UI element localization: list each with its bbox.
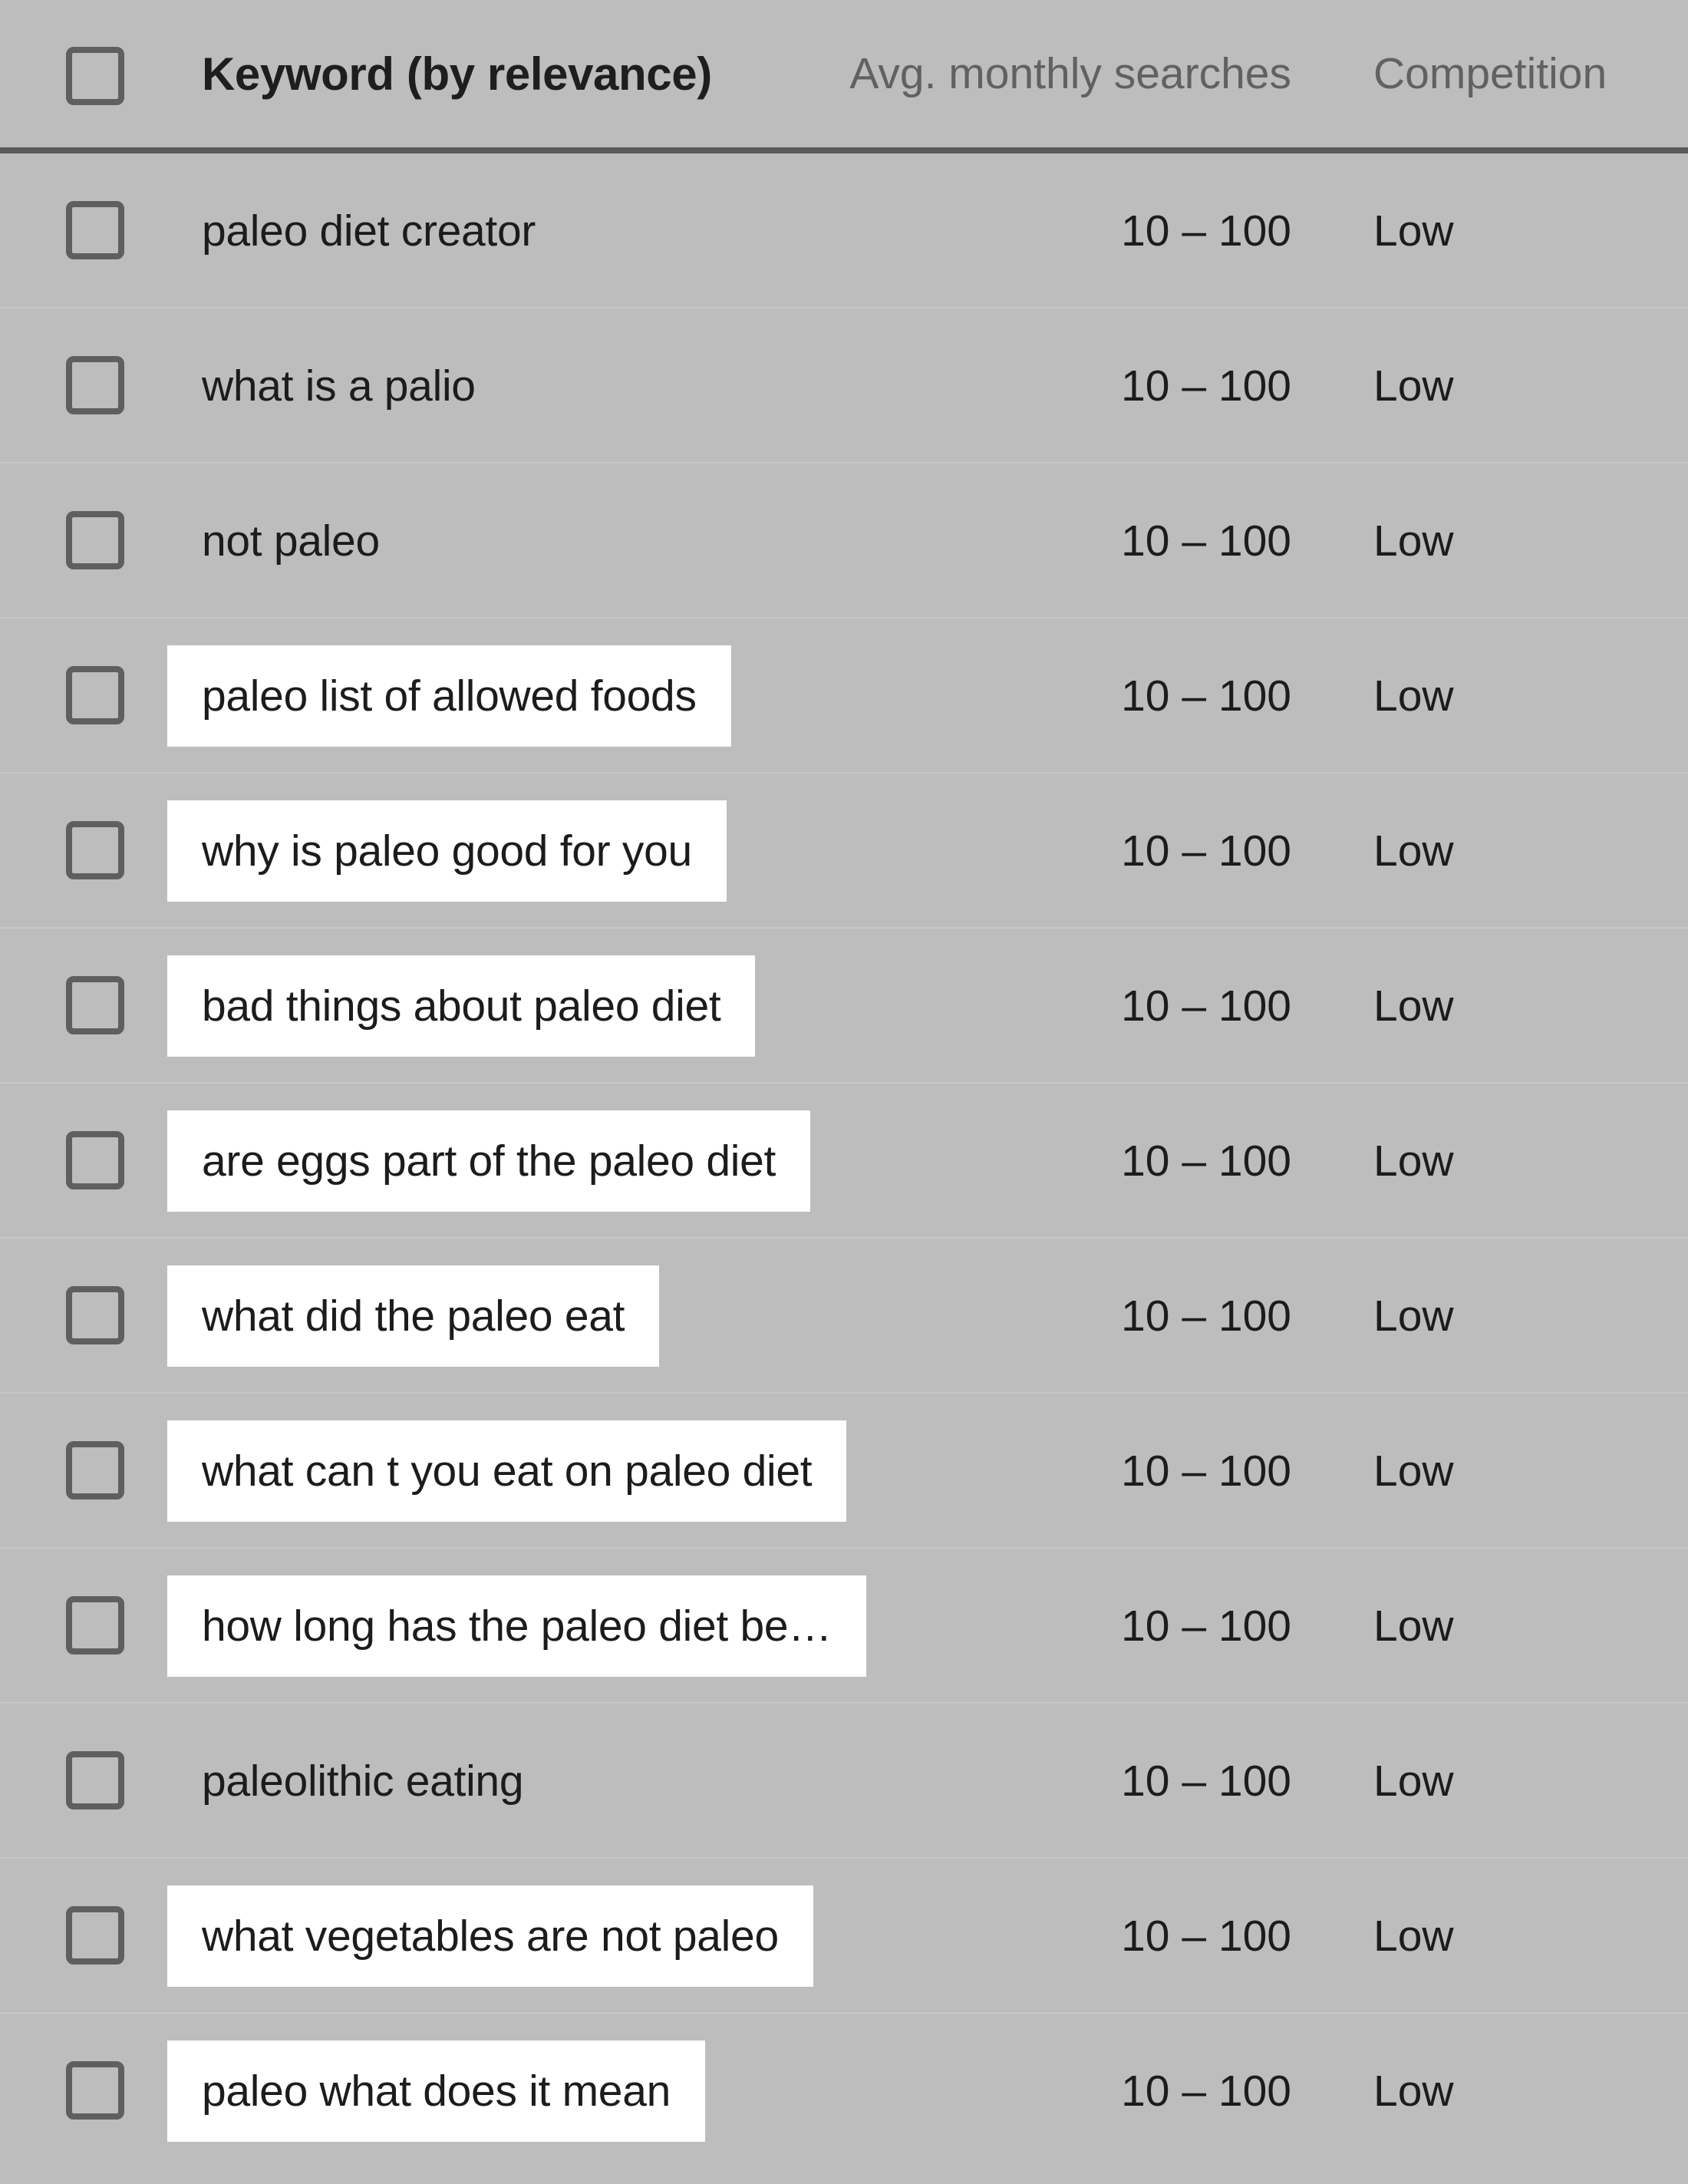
keyword-text: what is a palio — [202, 361, 476, 411]
table-header-row: Keyword (by relevance) Avg. monthly sear… — [0, 0, 1688, 153]
column-header-competition[interactable]: Competition — [1373, 0, 1607, 147]
table-row[interactable]: paleo what does it mean 10 – 100 Low — [0, 2014, 1688, 2169]
keyword-text-highlighted: what can t you eat on paleo diet — [167, 1420, 847, 1522]
keyword-text-highlighted: paleo what does it mean — [167, 2040, 705, 2142]
column-header-keyword[interactable]: Keyword (by relevance) — [202, 0, 712, 147]
row-select-checkbox[interactable] — [66, 201, 124, 259]
keyword-planner-table: Keyword (by relevance) Avg. monthly sear… — [0, 0, 1688, 2184]
keyword-text: paleo diet creator — [202, 206, 536, 256]
competition-cell: Low — [1373, 1292, 1454, 1341]
keyword-cell[interactable]: paleolithic eating — [167, 1704, 558, 1859]
avg-monthly-searches-cell: 10 – 100 — [1121, 671, 1291, 721]
table-row[interactable]: what is a palio 10 – 100 Low — [0, 308, 1688, 464]
checkbox-icon — [66, 666, 124, 724]
row-select-checkbox[interactable] — [66, 356, 124, 414]
row-select-checkbox[interactable] — [66, 1131, 124, 1189]
competition-cell: Low — [1373, 826, 1454, 876]
checkbox-icon — [66, 1131, 124, 1189]
select-all-checkbox[interactable] — [66, 47, 124, 105]
competition-cell: Low — [1373, 1757, 1454, 1806]
checkbox-icon — [66, 1751, 124, 1810]
checkbox-icon — [66, 47, 124, 105]
competition-cell: Low — [1373, 981, 1454, 1031]
row-select-checkbox[interactable] — [66, 1441, 124, 1499]
competition-cell: Low — [1373, 1447, 1454, 1496]
keyword-cell[interactable]: paleo list of allowed foods — [167, 619, 731, 774]
table-row[interactable]: bad things about paleo diet 10 – 100 Low — [0, 929, 1688, 1084]
checkbox-icon — [66, 1906, 124, 1965]
competition-cell: Low — [1373, 516, 1454, 566]
competition-cell: Low — [1373, 361, 1454, 411]
avg-monthly-searches-cell: 10 – 100 — [1121, 361, 1291, 411]
table-row[interactable]: what vegetables are not paleo 10 – 100 Low — [0, 1859, 1688, 2014]
row-select-checkbox[interactable] — [66, 1286, 124, 1344]
row-select-checkbox[interactable] — [66, 666, 124, 724]
competition-cell: Low — [1373, 1602, 1454, 1651]
keyword-text-highlighted: are eggs part of the paleo diet — [167, 1110, 811, 1212]
checkbox-icon — [66, 1286, 124, 1344]
table-row[interactable]: not paleo 10 – 100 Low — [0, 464, 1688, 619]
avg-monthly-searches-cell: 10 – 100 — [1121, 2067, 1291, 2116]
table-row[interactable]: paleolithic eating 10 – 100 Low — [0, 1704, 1688, 1859]
table-row[interactable]: paleo diet creator 10 – 100 Low — [0, 153, 1688, 308]
table-row[interactable]: why is paleo good for you 10 – 100 Low — [0, 774, 1688, 929]
keyword-cell[interactable]: how long has the paleo diet be… — [167, 1549, 866, 1704]
checkbox-icon — [66, 356, 124, 414]
avg-monthly-searches-cell: 10 – 100 — [1121, 206, 1291, 256]
avg-monthly-searches-cell: 10 – 100 — [1121, 1447, 1291, 1496]
keyword-text: not paleo — [202, 516, 380, 566]
table-row[interactable]: are eggs part of the paleo diet 10 – 100 L… — [0, 1084, 1688, 1239]
table-row[interactable]: how long has the paleo diet be… 10 – 100 L… — [0, 1549, 1688, 1704]
keyword-cell[interactable]: why is paleo good for you — [167, 774, 727, 929]
keyword-cell[interactable]: what vegetables are not paleo — [167, 1859, 813, 2014]
keyword-text-highlighted: what vegetables are not paleo — [167, 1885, 813, 1987]
keyword-cell[interactable]: what can t you eat on paleo diet — [167, 1394, 847, 1549]
keyword-cell[interactable]: bad things about paleo diet — [167, 929, 756, 1084]
competition-cell: Low — [1373, 1137, 1454, 1186]
avg-monthly-searches-cell: 10 – 100 — [1121, 1292, 1291, 1341]
keyword-cell[interactable]: what is a palio — [167, 308, 510, 464]
checkbox-icon — [66, 511, 124, 569]
table-row[interactable]: what did the paleo eat 10 – 100 Low — [0, 1239, 1688, 1394]
competition-cell: Low — [1373, 671, 1454, 721]
avg-monthly-searches-cell: 10 – 100 — [1121, 1137, 1291, 1186]
competition-cell: Low — [1373, 206, 1454, 256]
keyword-text: paleolithic eating — [202, 1756, 524, 1806]
avg-monthly-searches-cell: 10 – 100 — [1121, 981, 1291, 1031]
table-body: paleo diet creator 10 – 100 Low what is a p… — [0, 153, 1688, 2169]
keyword-cell[interactable]: paleo diet creator — [167, 153, 570, 308]
row-select-checkbox[interactable] — [66, 2061, 124, 2120]
row-select-checkbox[interactable] — [66, 511, 124, 569]
table-row[interactable]: paleo list of allowed foods 10 – 100 Low — [0, 619, 1688, 774]
table-row[interactable]: what can t you eat on paleo diet 10 – 100… — [0, 1394, 1688, 1549]
keyword-cell[interactable]: are eggs part of the paleo diet — [167, 1084, 811, 1239]
checkbox-icon — [66, 201, 124, 259]
row-select-checkbox[interactable] — [66, 1906, 124, 1965]
checkbox-icon — [66, 821, 124, 879]
keyword-cell[interactable]: not paleo — [167, 464, 414, 619]
avg-monthly-searches-cell: 10 – 100 — [1121, 826, 1291, 876]
competition-cell: Low — [1373, 2067, 1454, 2116]
keyword-text-highlighted: bad things about paleo diet — [167, 955, 756, 1057]
column-header-avg-monthly-searches[interactable]: Avg. monthly searches — [849, 0, 1291, 147]
keyword-cell[interactable]: what did the paleo eat — [167, 1239, 660, 1394]
row-select-checkbox[interactable] — [66, 1751, 124, 1810]
row-select-checkbox[interactable] — [66, 976, 124, 1034]
keyword-text-highlighted: why is paleo good for you — [167, 800, 727, 902]
keyword-text-highlighted: how long has the paleo diet be… — [167, 1575, 866, 1677]
avg-monthly-searches-cell: 10 – 100 — [1121, 1602, 1291, 1651]
checkbox-icon — [66, 1441, 124, 1499]
avg-monthly-searches-cell: 10 – 100 — [1121, 516, 1291, 566]
checkbox-icon — [66, 2061, 124, 2120]
avg-monthly-searches-cell: 10 – 100 — [1121, 1757, 1291, 1806]
row-select-checkbox[interactable] — [66, 821, 124, 879]
avg-monthly-searches-cell: 10 – 100 — [1121, 1912, 1291, 1961]
row-select-checkbox[interactable] — [66, 1596, 124, 1654]
checkbox-icon — [66, 1596, 124, 1654]
keyword-cell[interactable]: paleo what does it mean — [167, 2014, 705, 2169]
keyword-text-highlighted: what did the paleo eat — [167, 1265, 660, 1367]
competition-cell: Low — [1373, 1912, 1454, 1961]
checkbox-icon — [66, 976, 124, 1034]
keyword-text-highlighted: paleo list of allowed foods — [167, 645, 731, 747]
